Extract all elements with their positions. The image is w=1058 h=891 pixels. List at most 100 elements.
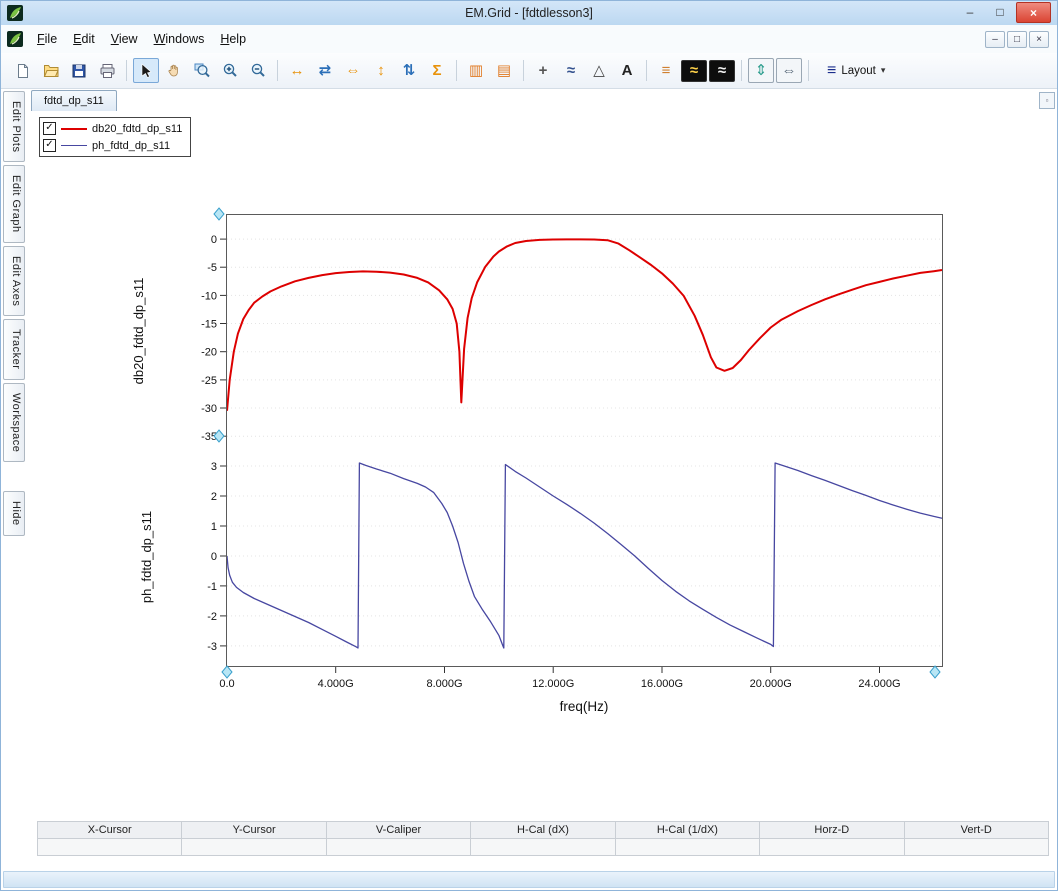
toolbar-separator (523, 60, 524, 81)
stretch-plot-vertical-icon[interactable]: ⇕ (748, 58, 774, 83)
vertical-markers-icon[interactable]: ▥ (463, 58, 489, 83)
toolbar-separator (808, 60, 809, 81)
x-tick-label: 4.000G (318, 678, 354, 690)
series-ph_fdtd_dp_s11[interactable] (227, 463, 942, 648)
window-controls: – □ × (956, 2, 1051, 23)
mdi-close-button[interactable]: × (1029, 31, 1049, 48)
meas-value-cell (182, 839, 326, 856)
meas-header-x-cursor: X-Cursor (38, 822, 182, 839)
waveform-magnitude-icon[interactable]: ≈ (681, 60, 707, 82)
layout-label: Layout (841, 65, 876, 77)
save-icon[interactable] (66, 58, 92, 83)
sidebar-item-edit-axes[interactable]: Edit Axes (3, 246, 25, 316)
legend-label: db20_fdtd_dp_s11 (92, 123, 182, 135)
y-tick-label: 3 (211, 461, 217, 473)
expand-y-axis-icon[interactable]: ↕ (368, 58, 394, 83)
toolbar-separator (741, 60, 742, 81)
menu-windows[interactable]: Windows (146, 28, 213, 50)
waveform-phase-icon[interactable]: ≈ (709, 60, 735, 82)
horizontal-markers-icon[interactable]: ▤ (491, 58, 517, 83)
text-label-icon[interactable]: A (614, 58, 640, 83)
y-tick-label: -30 (201, 403, 217, 415)
y-tick-label: 0 (211, 551, 217, 563)
sidebar-item-edit-graph[interactable]: Edit Graph (3, 165, 25, 243)
meas-header-h-cal-1-dx-: H-Cal (1/dX) (615, 822, 759, 839)
legend-checkbox[interactable]: ✓ (43, 139, 56, 152)
menu-file[interactable]: File (29, 28, 65, 50)
meas-header-y-cursor: Y-Cursor (182, 822, 326, 839)
menu-edit[interactable]: Edit (65, 28, 103, 50)
tab-fdtd-dp-s11[interactable]: fdtd_dp_s11 (31, 90, 117, 111)
document-logo-icon (7, 31, 23, 47)
stretch-plot-horizontal-icon[interactable]: ⇔ (776, 58, 802, 83)
tab-overflow-button[interactable]: ▫ (1039, 92, 1055, 109)
x-tick-label: 12.000G (532, 678, 574, 690)
minimize-button[interactable]: – (956, 2, 984, 21)
maximize-button[interactable]: □ (986, 2, 1014, 21)
legend-line-sample (61, 145, 87, 146)
plot-area: 0-5-10-15-20-25-30-35db20_fdtd_dp_s11321… (27, 111, 1043, 819)
y-tick-label: 2 (211, 491, 217, 503)
plot-frame (227, 215, 943, 667)
mdi-restore-button[interactable]: □ (1007, 31, 1027, 48)
toolbar-separator (646, 60, 647, 81)
sidebar-item-tracker[interactable]: Tracker (3, 319, 25, 379)
y-tick-label: -15 (201, 319, 217, 331)
legend-label: ph_fdtd_dp_s11 (92, 140, 170, 152)
meas-header-horz-d: Horz-D (760, 822, 904, 839)
x-axis-title: freq(Hz) (560, 699, 609, 714)
y-axis-title: ph_fdtd_dp_s11 (139, 511, 154, 603)
axes-trace-icon[interactable]: ≈ (558, 58, 584, 83)
notes-icon[interactable]: ≡ (653, 58, 679, 83)
axis-cursor-diamond[interactable] (214, 208, 224, 220)
y-tick-label: 0 (211, 234, 217, 246)
menu-bar: FileEditViewWindowsHelp – □ × (1, 25, 1057, 54)
toolbar-separator (126, 60, 127, 81)
sidebar-item-hide[interactable]: Hide (3, 491, 25, 536)
measurement-table: X-CursorY-CursorV-CaliperH-Cal (dX)H-Cal… (37, 821, 1049, 856)
meas-value-cell (326, 839, 470, 856)
y-tick-label: 1 (211, 521, 217, 533)
meas-header-v-caliper: V-Caliper (326, 822, 470, 839)
zoom-in-icon[interactable] (217, 58, 243, 83)
pan-y-axis-icon[interactable]: ⇅ (396, 58, 422, 83)
x-tick-label: 24.000G (858, 678, 900, 690)
series-db20_fdtd_dp_s11[interactable] (227, 239, 942, 410)
pan-hand-icon[interactable] (161, 58, 187, 83)
autoscale-icon[interactable]: Σ (424, 58, 450, 83)
menu-help[interactable]: Help (212, 28, 254, 50)
menu-view[interactable]: View (103, 28, 146, 50)
meas-value-cell (471, 839, 615, 856)
zoom-window-icon[interactable] (189, 58, 215, 83)
chevron-down-icon: ▾ (881, 65, 886, 76)
pan-x-axis-icon[interactable]: ⇄ (312, 58, 338, 83)
print-icon[interactable] (94, 58, 120, 83)
legend-row: ✓ ph_fdtd_dp_s11 (43, 137, 182, 154)
crosshair-icon[interactable]: + (530, 58, 556, 83)
y-tick-label: -20 (201, 347, 217, 359)
new-file-icon[interactable] (10, 58, 36, 83)
mdi-minimize-button[interactable]: – (985, 31, 1005, 48)
x-tick-label: 20.000G (750, 678, 792, 690)
select-cursor-icon[interactable] (133, 58, 159, 83)
app-window: EM.Grid - [fdtdlesson3] – □ × FileEditVi… (0, 0, 1058, 891)
x-tick-label: 16.000G (641, 678, 683, 690)
y-axis-title: db20_fdtd_dp_s11 (131, 278, 146, 385)
legend-checkbox[interactable]: ✓ (43, 122, 56, 135)
expand-x-axis-icon[interactable]: ↔ (284, 58, 310, 83)
meas-value-cell (760, 839, 904, 856)
close-button[interactable]: × (1016, 2, 1051, 23)
delta-marker-icon[interactable]: △ (586, 58, 612, 83)
sidebar-item-workspace[interactable]: Workspace (3, 383, 25, 462)
mdi-window-controls: – □ × (985, 31, 1049, 48)
axis-cursor-diamond[interactable] (930, 666, 940, 678)
layout-lines-icon: ≡ (827, 63, 836, 79)
sidebar-item-edit-plots[interactable]: Edit Plots (3, 91, 25, 162)
axis-cursor-diamond[interactable] (222, 666, 232, 678)
layout-dropdown[interactable]: ≡ Layout ▾ (818, 59, 894, 83)
meas-header-vert-d: Vert-D (904, 822, 1048, 839)
open-file-icon[interactable] (38, 58, 64, 83)
meas-header-h-cal-dx-: H-Cal (dX) (471, 822, 615, 839)
x-axis-limits-icon[interactable]: ⇔ (340, 58, 366, 83)
zoom-out-icon[interactable] (245, 58, 271, 83)
